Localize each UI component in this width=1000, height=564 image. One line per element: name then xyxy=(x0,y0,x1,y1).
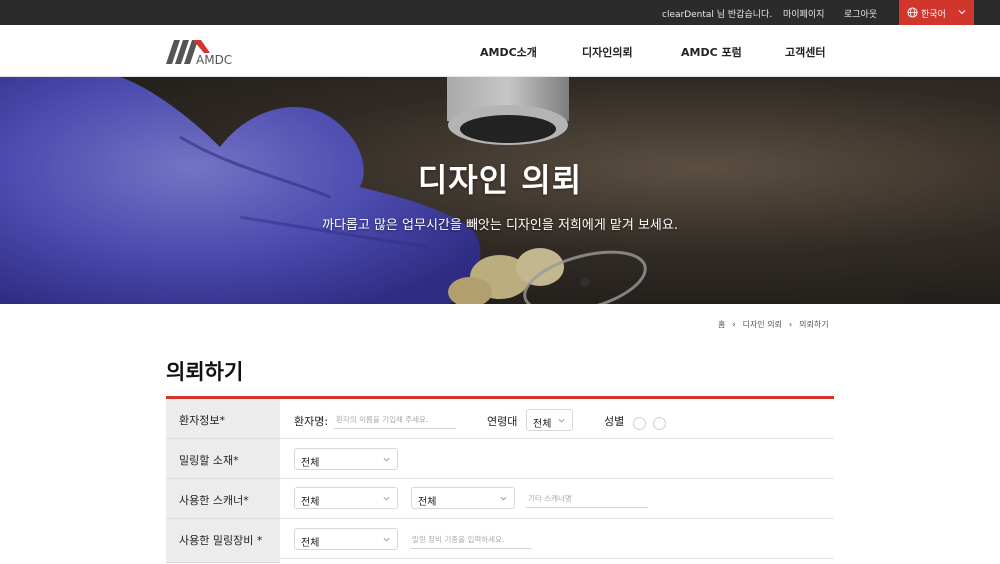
nav-customer-center[interactable]: 고객센터 xyxy=(785,44,825,60)
gender-radio-1[interactable] xyxy=(633,417,646,430)
scanner-value-1: 전체 xyxy=(301,497,320,508)
row-label-material: 밀링할 소재* xyxy=(166,439,280,479)
chevron-down-icon xyxy=(500,496,507,501)
chevron-down-icon xyxy=(958,10,966,15)
scanner-value-2: 전체 xyxy=(418,497,437,508)
scanner-other-input[interactable] xyxy=(526,490,648,508)
user-greeting: clearDental 님 반갑습니다. xyxy=(662,10,773,20)
milling-label: 사용한 밀링장비 * xyxy=(179,534,263,547)
age-group-label: 연령대 xyxy=(487,415,518,428)
material-select[interactable]: 전체 xyxy=(294,448,398,470)
chevron-right-icon: › xyxy=(788,320,793,329)
scanner-select-1[interactable]: 전체 xyxy=(294,487,398,509)
row-label-patient: 환자정보* xyxy=(166,399,280,439)
milling-select[interactable]: 전체 xyxy=(294,528,398,550)
milling-other-input[interactable] xyxy=(410,531,532,549)
logo-text: AMDC xyxy=(196,53,232,67)
form-row-material: 밀링할 소재* 전체 xyxy=(166,439,834,479)
breadcrumb-home[interactable]: 홈 xyxy=(718,320,725,329)
nav-amdc-forum[interactable]: AMDC 포럼 xyxy=(681,44,742,60)
form-row-milling: 사용한 밀링장비 * 전체 xyxy=(166,519,834,563)
gender-label: 성별 xyxy=(604,415,625,428)
row-label-scanner: 사용한 스캐너* xyxy=(166,479,280,519)
chevron-right-icon: › xyxy=(732,320,736,329)
scanner-label: 사용한 스캐너* xyxy=(179,494,249,507)
material-label: 밀링할 소재* xyxy=(179,454,239,467)
gender-radio-2[interactable] xyxy=(653,417,666,430)
page-title: 의뢰하기 xyxy=(166,360,244,384)
top-utility-bar: clearDental 님 반갑습니다. 마이페이지 로그아웃 한국어 xyxy=(0,0,1000,25)
amdc-logo[interactable]: AMDC xyxy=(166,37,236,67)
nav-amdc-intro[interactable]: AMDC소개 xyxy=(480,44,537,60)
mypage-link[interactable]: 마이페이지 xyxy=(783,7,824,20)
main-header: AMDC AMDC소개 디자인의뢰 AMDC 포럼 고객센터 xyxy=(0,25,1000,77)
patient-info-label: 환자정보* xyxy=(179,414,225,427)
chevron-down-icon xyxy=(383,496,390,501)
hero-subtitle: 까다롭고 많은 업무시간을 빼앗는 디자인을 저희에게 맡겨 보세요. xyxy=(322,218,678,233)
scanner-select-2[interactable]: 전체 xyxy=(411,487,515,509)
breadcrumb-current: 의뢰하기 xyxy=(799,320,829,329)
logo-mark-icon: AMDC xyxy=(166,40,232,67)
age-group-select[interactable]: 전체 xyxy=(526,409,573,431)
age-group-value: 전체 xyxy=(533,419,552,430)
row-label-milling: 사용한 밀링장비 * xyxy=(166,519,280,563)
language-label: 한국어 xyxy=(921,10,946,20)
logout-link[interactable]: 로그아웃 xyxy=(844,7,877,20)
chevron-down-icon xyxy=(383,537,390,542)
language-selector[interactable]: 한국어 xyxy=(899,0,974,25)
nav-design-request[interactable]: 디자인의뢰 xyxy=(582,44,633,60)
milling-value: 전체 xyxy=(301,538,320,549)
chevron-down-icon xyxy=(383,457,390,462)
chevron-down-icon xyxy=(558,418,565,423)
form-row-scanner: 사용한 스캐너* 전체 전체 xyxy=(166,479,834,519)
breadcrumb: 홈 › 디자인 의뢰 › 의뢰하기 xyxy=(718,319,829,330)
patient-name-input[interactable] xyxy=(334,411,456,429)
material-value: 전체 xyxy=(301,458,320,469)
globe-icon xyxy=(907,7,918,18)
hero-banner: 디자인 의뢰 까다롭고 많은 업무시간을 빼앗는 디자인을 저희에게 맡겨 보세… xyxy=(0,77,1000,304)
breadcrumb-design-request[interactable]: 디자인 의뢰 xyxy=(743,320,782,329)
form-row-patient: 환자정보* 환자명: 연령대 전체 성별 xyxy=(166,399,834,439)
patient-name-label: 환자명: xyxy=(294,415,329,428)
hero-title: 디자인 의뢰 xyxy=(417,161,583,199)
